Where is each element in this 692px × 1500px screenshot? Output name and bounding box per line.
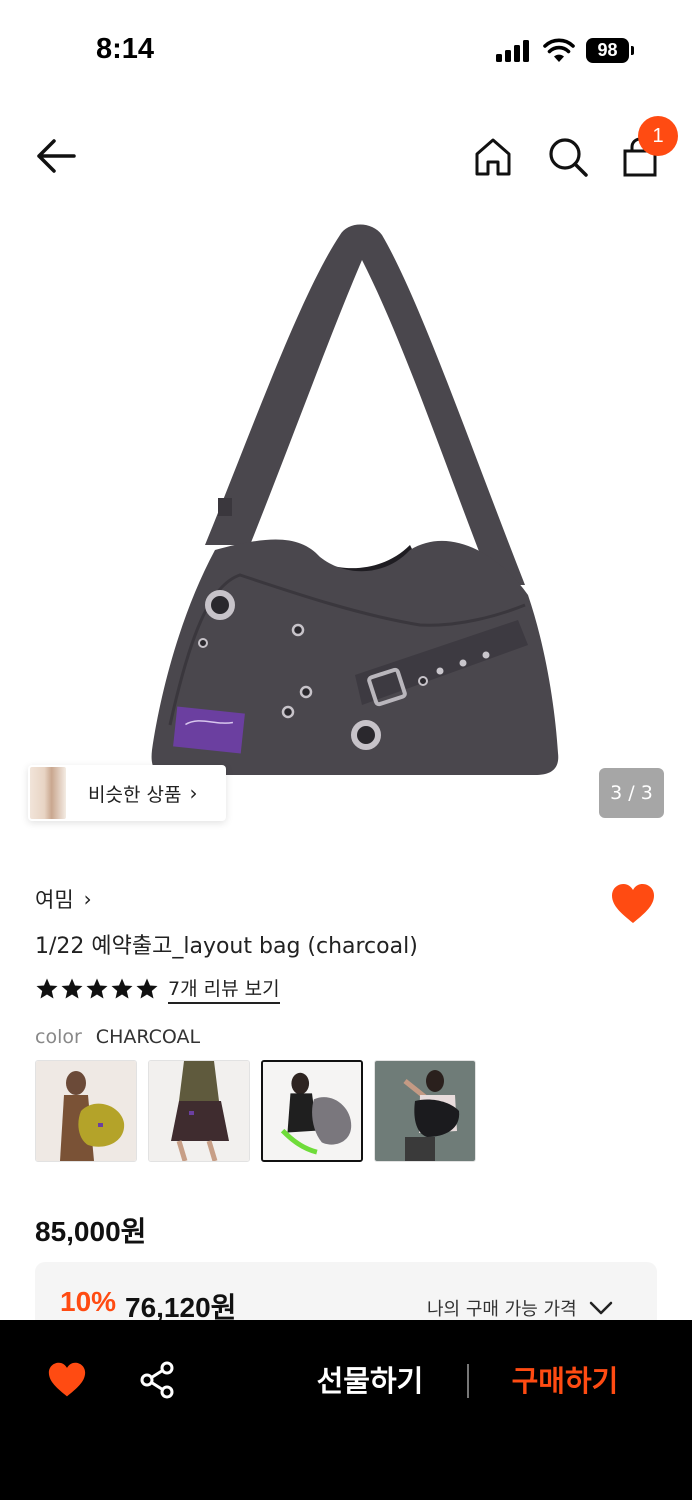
chevron-right-icon: ›: [189, 781, 198, 805]
similar-products-label: 비슷한 상품: [88, 783, 182, 806]
product-image[interactable]: [0, 205, 692, 835]
status-bar: 8:14 98: [0, 0, 692, 100]
rating-stars: [35, 977, 160, 1001]
image-page-indicator: 3 / 3: [599, 768, 664, 818]
original-price: 85,000원: [35, 1216, 147, 1247]
review-link[interactable]: 7개 리뷰 보기: [168, 974, 280, 1004]
star-icon: [86, 978, 108, 999]
gift-button[interactable]: 선물하기: [290, 1358, 450, 1404]
color-swatch-mustard[interactable]: [35, 1060, 137, 1162]
cellular-signal-icon: [496, 40, 532, 62]
brand-name: 여밈: [35, 888, 74, 912]
star-icon: [61, 978, 83, 999]
chevron-right-icon: ›: [83, 887, 92, 911]
brand-link[interactable]: 여밈 ›: [35, 884, 92, 914]
heart-icon[interactable]: [47, 1361, 87, 1399]
battery-icon: 98: [586, 38, 634, 63]
color-swatch-charcoal[interactable]: [261, 1060, 363, 1162]
product-title: 1/22 예약출고_layout bag (charcoal): [35, 934, 418, 959]
home-icon[interactable]: [470, 134, 516, 180]
color-value: CHARCOAL: [95, 1026, 201, 1048]
chevron-down-icon: [589, 1301, 612, 1315]
discount-rate: 10%: [60, 1286, 117, 1317]
buy-button[interactable]: 구매하기: [490, 1358, 640, 1404]
top-nav: [0, 110, 692, 200]
search-icon[interactable]: [545, 134, 591, 180]
star-icon: [36, 978, 58, 999]
color-row: color CHARCOAL: [35, 1026, 200, 1048]
similar-products-button[interactable]: 비슷한 상품 ›: [28, 765, 226, 821]
rating-row: 7개 리뷰 보기: [35, 974, 280, 1004]
share-icon[interactable]: [138, 1360, 176, 1400]
star-icon: [136, 978, 158, 999]
button-divider: [467, 1364, 469, 1398]
color-swatch-black[interactable]: [374, 1060, 476, 1162]
status-time: 8:14: [96, 33, 155, 65]
my-price-label: 나의 구매 가능 가격: [427, 1299, 577, 1320]
similar-product-thumbnail: [30, 767, 66, 819]
my-price-toggle[interactable]: 나의 구매 가능 가격: [427, 1295, 613, 1321]
back-arrow-icon[interactable]: [30, 134, 82, 178]
wifi-icon: [543, 38, 575, 62]
color-label: color: [35, 1026, 82, 1048]
star-icon: [111, 978, 133, 999]
cart-count-badge: 1: [638, 116, 678, 156]
color-swatch-brown[interactable]: [148, 1060, 250, 1162]
color-swatches: [35, 1060, 487, 1162]
bottom-action-bar: 선물하기 구매하기: [0, 1320, 692, 1500]
heart-icon[interactable]: [610, 882, 656, 926]
battery-level: 98: [597, 40, 618, 60]
